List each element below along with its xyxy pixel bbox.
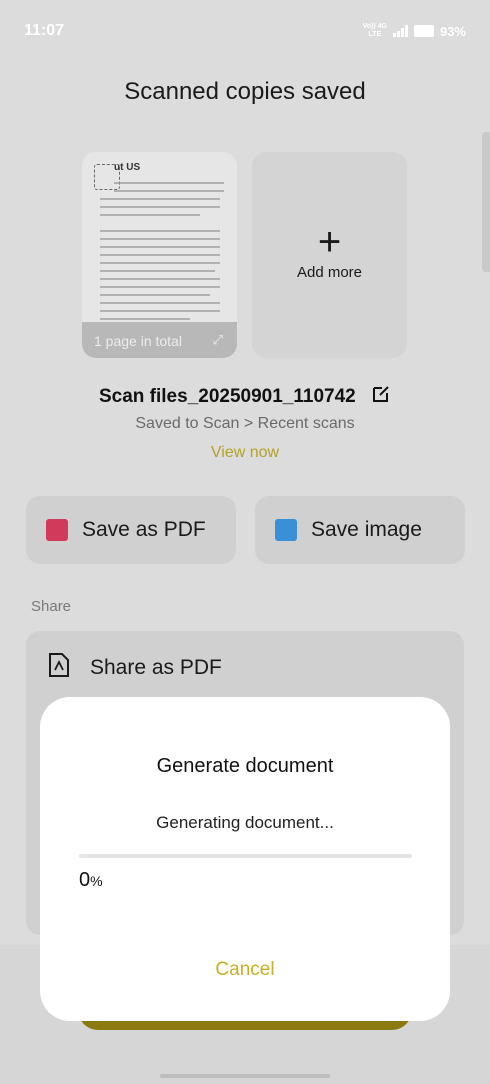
home-indicator[interactable] [160,1074,330,1078]
battery-percent: 93% [439,23,466,39]
scrollbar[interactable] [482,132,490,272]
image-icon [275,519,297,541]
edit-icon[interactable] [371,384,391,410]
progress-unit: % [90,873,103,889]
page-title: Scanned copies saved [124,78,366,105]
share-as-pdf-label: Share as PDF [90,655,222,679]
file-name-row: Scan files_20250901_110742 [0,384,490,410]
progress-bar [79,854,412,858]
signal-icon [392,25,408,37]
dialog-title: Generate document [156,755,334,777]
progress-percent: 0% [79,869,103,892]
share-pdf-icon [48,652,70,683]
scan-thumbnail[interactable]: ut US 1 page in total ⤢ [82,152,237,358]
share-section-label: Share [31,598,72,615]
status-icons: Vo)) 4G LTE 93% [363,23,466,39]
add-more-button[interactable]: + Add more [252,152,407,358]
network-type-indicator: Vo)) 4G LTE [362,23,387,38]
battery-icon [413,25,434,37]
progress-value: 0 [79,869,91,891]
share-as-pdf-item[interactable]: Share as PDF [48,652,222,683]
save-image-label: Save image [311,518,422,541]
page-count-text: 1 page in total [94,333,182,349]
generate-document-dialog: Generate document Generating document...… [40,697,450,1021]
plus-icon: + [317,220,342,264]
scan-frame-icon[interactable] [94,164,120,190]
status-bar: 11:07 Vo)) 4G LTE 93% [0,0,490,60]
cancel-button[interactable]: Cancel [40,959,450,981]
expand-icon[interactable]: ⤢ [213,332,223,348]
saved-location: Saved to Scan > Recent scans [135,415,355,432]
add-more-label: Add more [296,264,363,281]
view-now-link[interactable]: View now [0,444,490,462]
save-as-pdf-label: Save as PDF [82,518,206,541]
dialog-message: Generating document... [156,813,334,832]
file-name: Scan files_20250901_110742 [98,386,356,408]
status-time: 11:07 [24,22,65,39]
save-image-button[interactable]: Save image [255,496,465,564]
save-as-pdf-button[interactable]: Save as PDF [26,496,236,564]
pdf-icon [46,519,68,541]
